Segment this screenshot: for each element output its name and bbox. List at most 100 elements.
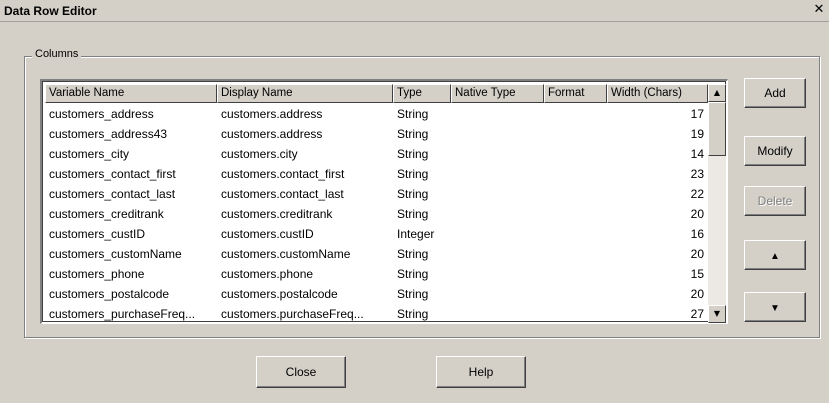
table-row[interactable]: customers_purchaseFreq... customers.purc… — [45, 304, 708, 324]
type-cell: String — [397, 167, 429, 181]
table-body: customers_address customers.address Stri… — [45, 104, 708, 324]
header-type[interactable]: Type — [393, 84, 451, 103]
native-type-cell — [451, 104, 544, 124]
format-cell — [544, 244, 607, 264]
display-name-cell: customers.custID — [221, 227, 314, 241]
table-header: Variable Name Display Name Type Native T… — [45, 84, 708, 103]
move-up-button[interactable]: ▲ — [744, 240, 806, 270]
type-cell: String — [397, 307, 429, 321]
columns-table[interactable]: Variable Name Display Name Type Native T… — [40, 79, 728, 324]
variable-name-cell: customers_city — [49, 147, 130, 161]
native-type-cell — [451, 184, 544, 204]
native-type-cell — [451, 264, 544, 284]
native-type-cell — [451, 284, 544, 304]
arrow-up-icon: ▲ — [770, 251, 780, 262]
display-name-cell: customers.postalcode — [221, 287, 338, 301]
display-name-cell: customers.address — [221, 127, 323, 141]
width-cell: 20 — [690, 207, 704, 221]
table-row[interactable]: customers_postalcode customers.postalcod… — [45, 284, 708, 304]
format-cell — [544, 284, 607, 304]
table-row[interactable]: customers_address43 customers.address St… — [45, 124, 708, 144]
table-row[interactable]: customers_contact_first customers.contac… — [45, 164, 708, 184]
close-icon[interactable]: ✕ — [812, 3, 826, 17]
width-cell: 16 — [690, 227, 704, 241]
display-name-cell: customers.contact_first — [221, 167, 345, 181]
variable-name-cell: customers_phone — [49, 267, 145, 281]
display-name-cell: customers.purchaseFreq... — [221, 307, 364, 321]
variable-name-cell: customers_contact_last — [49, 187, 176, 201]
format-cell — [544, 224, 607, 244]
width-cell: 20 — [690, 287, 704, 301]
width-cell: 15 — [690, 267, 704, 281]
width-cell: 14 — [690, 147, 704, 161]
table-row[interactable]: customers_contact_last customers.contact… — [45, 184, 708, 204]
variable-name-cell: customers_contact_first — [49, 167, 176, 181]
display-name-cell: customers.address — [221, 107, 323, 121]
add-button[interactable]: Add — [744, 78, 806, 108]
width-cell: 20 — [690, 247, 704, 261]
variable-name-cell: customers_customName — [49, 247, 182, 261]
type-cell: String — [397, 187, 429, 201]
variable-name-cell: customers_custID — [49, 227, 146, 241]
modify-button[interactable]: Modify — [744, 136, 806, 166]
native-type-cell — [451, 124, 544, 144]
header-display-name[interactable]: Display Name — [217, 84, 393, 103]
header-variable-name[interactable]: Variable Name — [45, 84, 217, 103]
display-name-cell: customers.creditrank — [221, 207, 333, 221]
table-row[interactable]: customers_creditrank customers.creditran… — [45, 204, 708, 224]
format-cell — [544, 164, 607, 184]
delete-button[interactable]: Delete — [744, 186, 806, 216]
type-cell: String — [397, 247, 429, 261]
format-cell — [544, 204, 607, 224]
type-cell: String — [397, 267, 429, 281]
columns-group-label: Columns — [32, 48, 82, 60]
arrow-down-icon: ▼ — [770, 303, 780, 314]
type-cell: String — [397, 107, 429, 121]
variable-name-cell: customers_postalcode — [49, 287, 170, 301]
native-type-cell — [451, 144, 544, 164]
variable-name-cell: customers_address43 — [49, 127, 168, 141]
format-cell — [544, 304, 607, 324]
header-format[interactable]: Format — [544, 84, 607, 103]
table-row[interactable]: customers_custID customers.custID Intege… — [45, 224, 708, 244]
width-cell: 19 — [690, 127, 704, 141]
header-width-chars[interactable]: Width (Chars) — [607, 84, 708, 103]
scroll-up-icon[interactable]: ▲ — [708, 84, 726, 102]
close-button[interactable]: Close — [256, 356, 346, 388]
native-type-cell — [451, 224, 544, 244]
scroll-down-icon[interactable]: ▼ — [708, 305, 726, 323]
native-type-cell — [451, 244, 544, 264]
format-cell — [544, 264, 607, 284]
table-row[interactable]: customers_phone customers.phone String 1… — [45, 264, 708, 284]
width-cell: 22 — [690, 187, 704, 201]
display-name-cell: customers.contact_last — [221, 187, 344, 201]
format-cell — [544, 144, 607, 164]
display-name-cell: customers.city — [221, 147, 298, 161]
display-name-cell: customers.phone — [221, 267, 314, 281]
header-native-type[interactable]: Native Type — [451, 84, 544, 103]
type-cell: String — [397, 207, 429, 221]
title-bar: Data Row Editor ✕ — [0, 0, 829, 22]
variable-name-cell: customers_creditrank — [49, 207, 164, 221]
type-cell: String — [397, 127, 429, 141]
type-cell: String — [397, 287, 429, 301]
format-cell — [544, 124, 607, 144]
native-type-cell — [451, 204, 544, 224]
window-title: Data Row Editor — [4, 4, 97, 18]
width-cell: 27 — [690, 307, 704, 321]
table-row[interactable]: customers_address customers.address Stri… — [45, 104, 708, 124]
table-row[interactable]: customers_city customers.city String 14 — [45, 144, 708, 164]
variable-name-cell: customers_purchaseFreq... — [49, 307, 196, 321]
variable-name-cell: customers_address — [49, 107, 154, 121]
width-cell: 23 — [690, 167, 704, 181]
vertical-scrollbar[interactable]: ▲ ▼ — [708, 84, 726, 323]
move-down-button[interactable]: ▼ — [744, 292, 806, 322]
help-button[interactable]: Help — [436, 356, 526, 388]
width-cell: 17 — [690, 107, 704, 121]
type-cell: Integer — [397, 227, 435, 241]
type-cell: String — [397, 147, 429, 161]
table-row[interactable]: customers_customName customers.customNam… — [45, 244, 708, 264]
format-cell — [544, 104, 607, 124]
scrollbar-thumb[interactable] — [708, 102, 726, 156]
display-name-cell: customers.customName — [221, 247, 351, 261]
